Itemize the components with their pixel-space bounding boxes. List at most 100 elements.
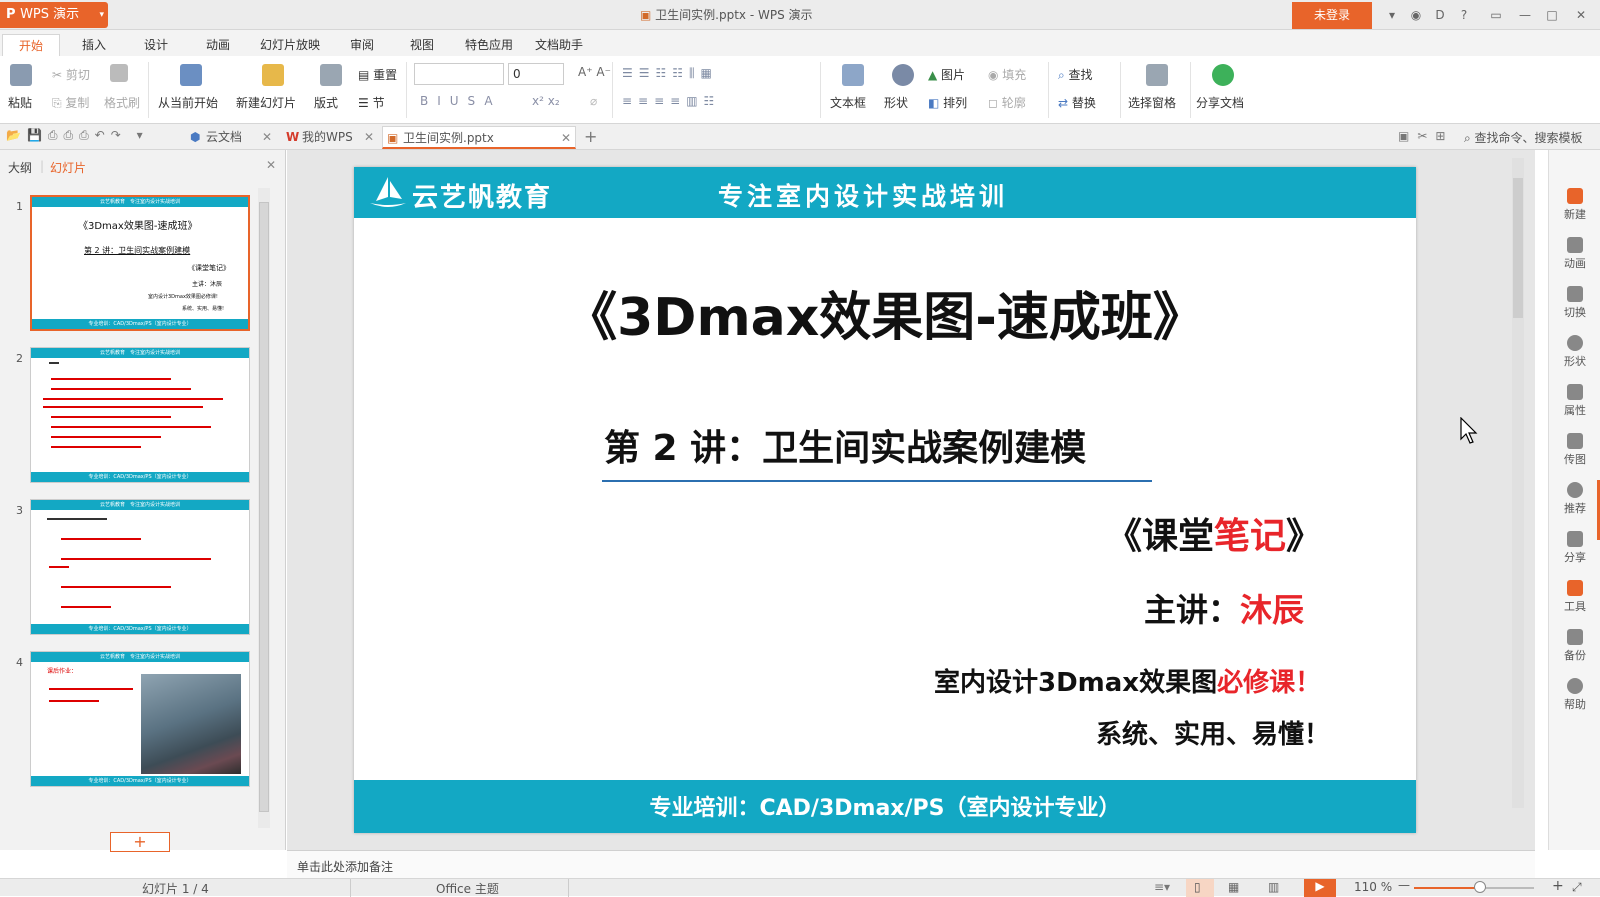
rail-upload-image[interactable]: 传图 (1549, 433, 1600, 467)
app-menu-button[interactable]: P WPS 演示 ▾ (0, 2, 108, 28)
paste-label[interactable]: 粘贴 (8, 94, 32, 111)
command-search[interactable]: ⌕ 查找命令、搜索模板 (1464, 129, 1583, 146)
cut-button[interactable]: ✂ 剪切 (52, 66, 90, 83)
rail-recommend[interactable]: 推荐 (1549, 482, 1600, 516)
share-document-button[interactable]: 分享文档 (1196, 94, 1244, 111)
editor-scrollbar[interactable] (1512, 158, 1524, 808)
font-size-field[interactable]: 0 (508, 63, 564, 85)
tab-my-wps[interactable]: W 我的WPS ✕ (282, 126, 378, 149)
rail-new[interactable]: 新建 (1549, 188, 1600, 222)
outline-tab[interactable]: 大纲 (8, 159, 32, 176)
settings-icon[interactable]: ◉ (1407, 6, 1425, 24)
notes-area[interactable]: 单击此处添加备注 (287, 850, 1535, 878)
cloud-icon: ⬢ (190, 130, 201, 144)
paste-button[interactable] (10, 64, 32, 89)
help-icon (1567, 678, 1583, 694)
play-slideshow-button[interactable]: ▶ (1304, 879, 1336, 897)
notes-toggle-icon[interactable]: ≡▾ (1154, 880, 1170, 894)
notes-placeholder[interactable]: 单击此处添加备注 (297, 858, 393, 875)
fill-button[interactable]: ◉ 填充 (988, 66, 1026, 83)
section-button[interactable]: ☰ 节 (358, 94, 385, 111)
slide-canvas[interactable]: 云艺帆教育 专注室内设计实战培训 《3Dmax效果图-速成班》 第 2 讲：卫生… (354, 167, 1416, 833)
right-task-rail: 新建 动画 切换 形状 属性 传图 推荐 分享 工具 备份 帮助 (1548, 150, 1600, 850)
normal-view-button[interactable]: ▯ (1186, 879, 1214, 897)
replace-button[interactable]: ⇄ 替换 (1058, 94, 1096, 111)
slides-tab[interactable]: 幻灯片 (50, 159, 86, 176)
rail-animation[interactable]: 动画 (1549, 237, 1600, 271)
reading-view-icon[interactable]: ▥ (1268, 880, 1279, 894)
superscript-subscript-icons[interactable]: x² x₂ (532, 94, 560, 108)
quick-access-icons[interactable]: 📂💾⎙⎙⎙↶↷ ▾ (6, 128, 149, 143)
list-buttons[interactable]: ☰☰☷☷⫼▦ (622, 66, 718, 81)
tab-animation[interactable]: 动画 (196, 34, 240, 56)
selection-pane-button[interactable]: 选择窗格 (1128, 94, 1176, 111)
tab-close-icon[interactable]: ✕ (561, 127, 571, 150)
tab-current-document[interactable]: ▣ 卫生间实例.pptx ✕ (382, 126, 576, 149)
rail-properties[interactable]: 属性 (1549, 384, 1600, 418)
reset-button[interactable]: ▤ 重置 (358, 66, 397, 83)
close-pane-icon[interactable]: ✕ (266, 158, 276, 172)
rail-shape[interactable]: 形状 (1549, 335, 1600, 369)
thumb-header: 云艺帆教育 专注室内设计实战培训 (31, 348, 249, 358)
add-slide-button[interactable]: + (110, 832, 170, 852)
copy-button[interactable]: ⎘ 复制 (52, 94, 89, 111)
new-tab-icon[interactable]: + (584, 127, 597, 146)
tab-review[interactable]: 审阅 (340, 34, 384, 56)
tab-close-icon[interactable]: ✕ (364, 126, 374, 149)
slide-thumbnail-1[interactable]: 云艺帆教育 专注室内设计实战培训 《3Dmax效果图-速成班》 第 2 讲：卫生… (30, 195, 250, 331)
textbox-button[interactable]: 文本框 (830, 94, 866, 111)
menu-bar: 开始 插入 设计 动画 幻灯片放映 审阅 视图 特色应用 文档助手 (0, 30, 1600, 57)
align-buttons[interactable]: ≡≡≡≡▥☷ (622, 94, 720, 108)
find-button[interactable]: ⌕ 查找 (1058, 66, 1093, 83)
play-from-current-button[interactable]: 从当前开始 (158, 94, 218, 111)
tab-special[interactable]: 特色应用 (455, 34, 523, 56)
font-size-adjust-icons[interactable]: A⁺ A⁻ (578, 65, 611, 79)
fullscreen-icon[interactable]: ▭ (1487, 6, 1505, 24)
rail-transition[interactable]: 切换 (1549, 286, 1600, 320)
slide-thumbnail-4[interactable]: 云艺帆教育 专注室内设计实战培训 课后作业： 专业培训：CAD/3Dmax/PS… (30, 651, 250, 787)
slide-thumbnail-2[interactable]: 云艺帆教育 专注室内设计实战培训 专业培训：CAD/3Dmax/PS（室内设计专… (30, 347, 250, 483)
zoom-slider[interactable] (1414, 881, 1534, 893)
minimize-icon[interactable]: — (1516, 6, 1534, 24)
fit-window-icon[interactable]: ⤢ (1572, 880, 1582, 895)
tab-close-icon[interactable]: ✕ (262, 126, 272, 149)
lecture-underline (602, 480, 1152, 482)
toolbar-extra-icons[interactable]: ▣✂⊞ (1398, 129, 1453, 143)
rail-backup[interactable]: 备份 (1549, 629, 1600, 663)
zoom-slider-thumb[interactable] (1474, 881, 1486, 893)
chevron-down-icon: ▾ (99, 10, 104, 20)
tab-home[interactable]: 开始 (2, 34, 60, 56)
mouse-cursor-icon (1460, 416, 1478, 448)
maximize-icon[interactable]: □ (1543, 6, 1561, 24)
format-painter-button[interactable]: 格式刷 (104, 94, 140, 111)
docer-icon[interactable]: D (1431, 6, 1449, 24)
new-slide-button[interactable]: 新建幻灯片 (236, 94, 296, 111)
zoom-out-icon[interactable]: — (1398, 878, 1410, 892)
tab-slideshow[interactable]: 幻灯片放映 (250, 34, 330, 56)
login-button[interactable]: 未登录 (1292, 2, 1372, 29)
arrange-button[interactable]: ◧ 排列 (928, 94, 967, 111)
thumbnail-scrollbar[interactable] (258, 188, 270, 828)
tab-cloud-docs[interactable]: ⬢ 云文档 ✕ (186, 126, 276, 149)
tab-doc-assistant[interactable]: 文档助手 (525, 34, 593, 56)
help-icon[interactable]: ? (1455, 6, 1473, 24)
outline-button[interactable]: ◻ 轮廓 (988, 94, 1026, 111)
layout-button[interactable]: 版式 (314, 94, 338, 111)
shape-button[interactable]: 形状 (884, 94, 908, 111)
font-name-field[interactable] (414, 63, 504, 85)
rail-share[interactable]: 分享 (1549, 531, 1600, 565)
tab-view[interactable]: 视图 (400, 34, 444, 56)
close-icon[interactable]: ✕ (1572, 6, 1590, 24)
slide-thumbnail-3[interactable]: 云艺帆教育 专注室内设计实战培训 专业培训：CAD/3Dmax/PS（室内设计专… (30, 499, 250, 635)
tab-insert[interactable]: 插入 (72, 34, 116, 56)
tab-design[interactable]: 设计 (134, 34, 178, 56)
zoom-in-icon[interactable]: + (1552, 878, 1564, 894)
slide-number: 1 (16, 200, 23, 213)
rail-tools[interactable]: 工具 (1549, 580, 1600, 614)
skin-icon[interactable]: ▾ (1383, 6, 1401, 24)
picture-button[interactable]: ▲ 图片 (928, 66, 965, 83)
slide-sorter-icon[interactable]: ▦ (1228, 880, 1239, 894)
font-style-buttons[interactable]: BIUSA (420, 94, 502, 108)
rail-help[interactable]: 帮助 (1549, 678, 1600, 712)
clear-format-icon[interactable]: ⌀ (590, 94, 597, 108)
